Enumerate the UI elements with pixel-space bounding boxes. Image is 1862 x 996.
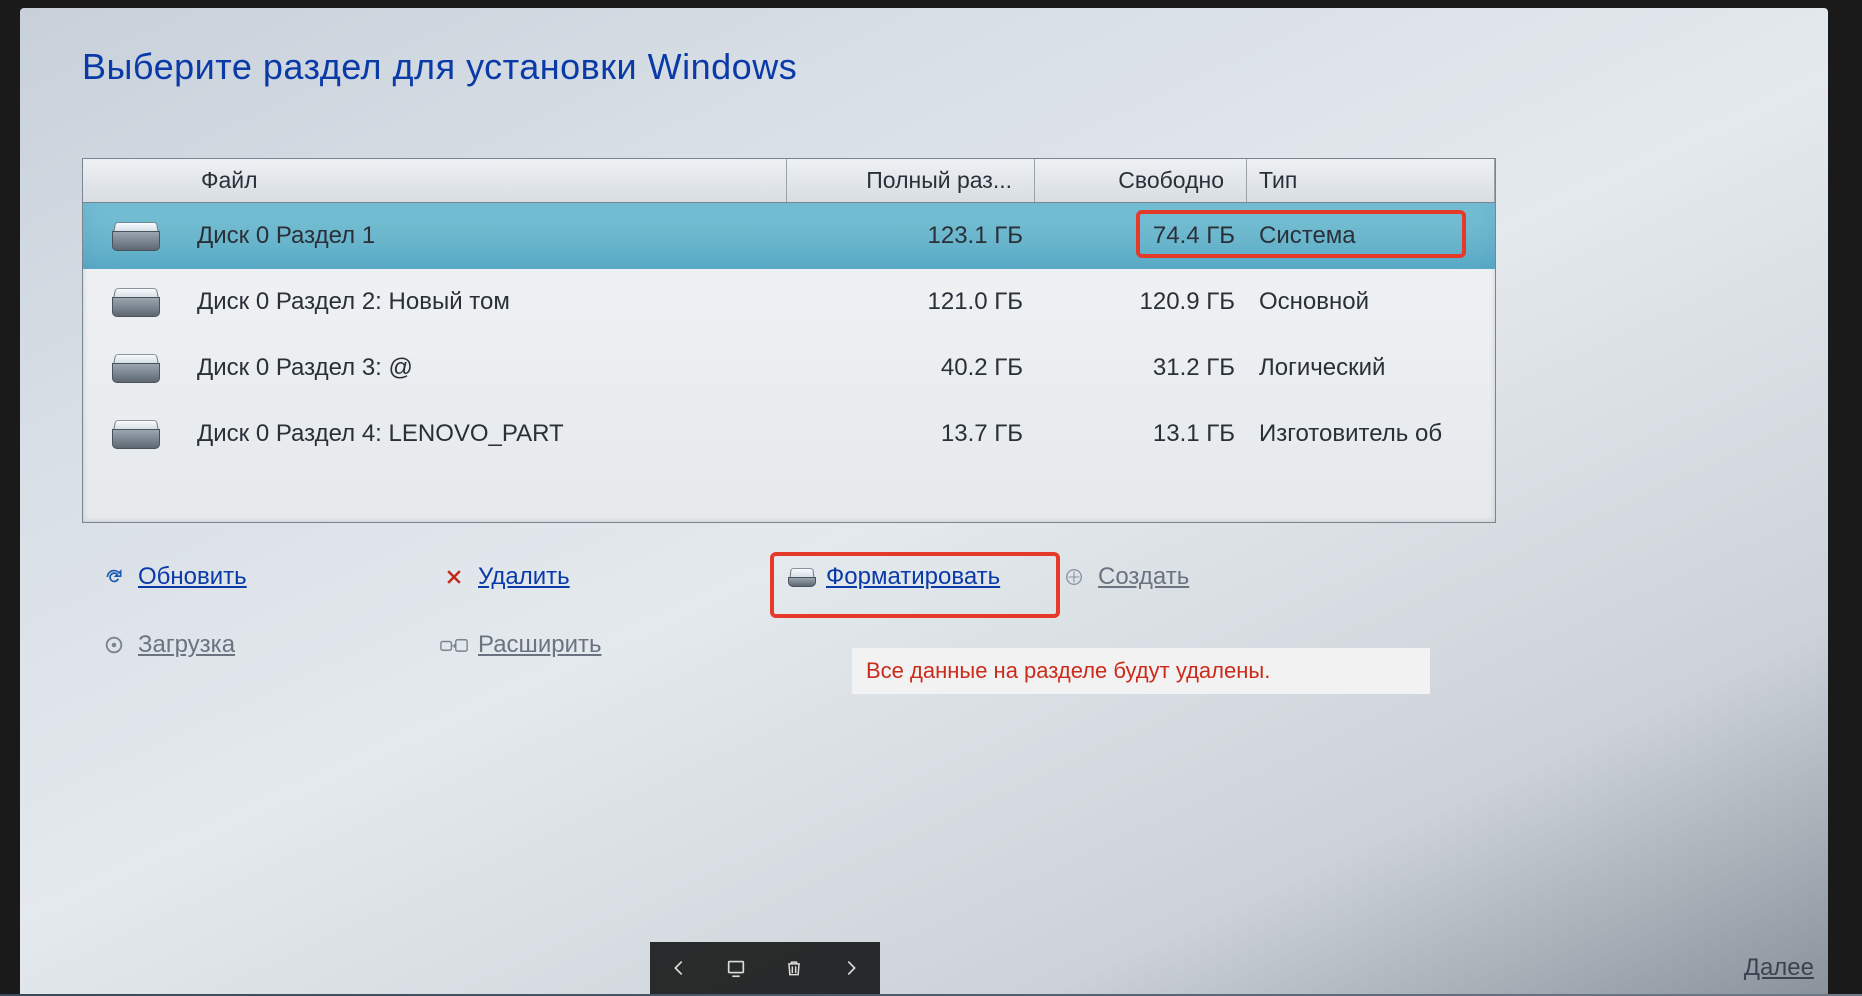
next-image-button[interactable] bbox=[835, 952, 867, 984]
disk-icon bbox=[112, 287, 160, 317]
partition-name: Диск 0 Раздел 2: Новый том bbox=[189, 288, 787, 316]
extend-button[interactable]: Расширить bbox=[440, 631, 601, 659]
col-total-header[interactable]: Полный раз... bbox=[787, 159, 1035, 202]
trash-button[interactable] bbox=[778, 952, 810, 984]
partition-total: 123.1 ГБ bbox=[787, 222, 1035, 250]
partition-total: 13.7 ГБ bbox=[787, 420, 1035, 448]
col-icon-header bbox=[83, 159, 189, 202]
page-title: Выберите раздел для установки Windows bbox=[82, 46, 797, 88]
next-button[interactable]: Далее bbox=[1744, 954, 1814, 982]
create-button[interactable]: Создать bbox=[1060, 563, 1189, 591]
partition-free: 13.1 ГБ bbox=[1035, 420, 1247, 448]
partition-free: 74.4 ГБ bbox=[1035, 222, 1247, 250]
col-file-header[interactable]: Файл bbox=[189, 159, 787, 202]
partition-type: Логический bbox=[1247, 354, 1495, 382]
slideshow-button[interactable] bbox=[720, 952, 752, 984]
partition-total: 121.0 ГБ bbox=[787, 288, 1035, 316]
partition-type: Изготовитель об bbox=[1247, 420, 1495, 448]
load-icon bbox=[100, 633, 128, 657]
create-icon bbox=[1060, 565, 1088, 589]
format-button[interactable]: Форматировать bbox=[788, 563, 1000, 591]
refresh-label: Обновить bbox=[138, 563, 247, 591]
partition-name: Диск 0 Раздел 1 bbox=[189, 222, 787, 250]
partition-type: Основной bbox=[1247, 288, 1495, 316]
load-driver-button[interactable]: Загрузка bbox=[100, 631, 235, 659]
partition-free: 120.9 ГБ bbox=[1035, 288, 1247, 316]
delete-button[interactable]: Удалить bbox=[440, 563, 570, 591]
disk-icon bbox=[112, 353, 160, 383]
extend-label: Расширить bbox=[478, 631, 601, 659]
partition-table: Файл Полный раз... Свободно Тип Диск 0 Р… bbox=[82, 158, 1496, 523]
disk-icon bbox=[112, 419, 160, 449]
partition-name: Диск 0 Раздел 3: @ bbox=[189, 354, 787, 382]
refresh-button[interactable]: Обновить bbox=[100, 563, 247, 591]
col-free-header[interactable]: Свободно bbox=[1035, 159, 1247, 202]
table-header: Файл Полный раз... Свободно Тип bbox=[83, 159, 1495, 203]
refresh-icon bbox=[100, 565, 128, 589]
partition-row[interactable]: Диск 0 Раздел 1123.1 ГБ74.4 ГБСистема bbox=[83, 203, 1495, 269]
format-label: Форматировать bbox=[826, 563, 1000, 591]
delete-icon bbox=[440, 565, 468, 589]
load-label: Загрузка bbox=[138, 631, 235, 659]
partition-total: 40.2 ГБ bbox=[787, 354, 1035, 382]
partition-name: Диск 0 Раздел 4: LENOVO_PART bbox=[189, 420, 787, 448]
extend-icon bbox=[440, 633, 468, 657]
disk-icon bbox=[112, 221, 160, 251]
partition-row[interactable]: Диск 0 Раздел 2: Новый том121.0 ГБ120.9 … bbox=[83, 269, 1495, 335]
prev-image-button[interactable] bbox=[663, 952, 695, 984]
partition-row[interactable]: Диск 0 Раздел 3: @40.2 ГБ31.2 ГБЛогическ… bbox=[83, 335, 1495, 401]
format-icon bbox=[788, 565, 816, 589]
partition-row[interactable]: Диск 0 Раздел 4: LENOVO_PART13.7 ГБ13.1 … bbox=[83, 401, 1495, 467]
warning-annotation: Все данные на разделе будут удалены. bbox=[852, 648, 1430, 694]
image-viewer-toolbar bbox=[650, 942, 880, 994]
partition-type: Система bbox=[1247, 222, 1495, 250]
create-label: Создать bbox=[1098, 563, 1189, 591]
partition-free: 31.2 ГБ bbox=[1035, 354, 1247, 382]
col-type-header[interactable]: Тип bbox=[1247, 159, 1495, 202]
delete-label: Удалить bbox=[478, 563, 570, 591]
